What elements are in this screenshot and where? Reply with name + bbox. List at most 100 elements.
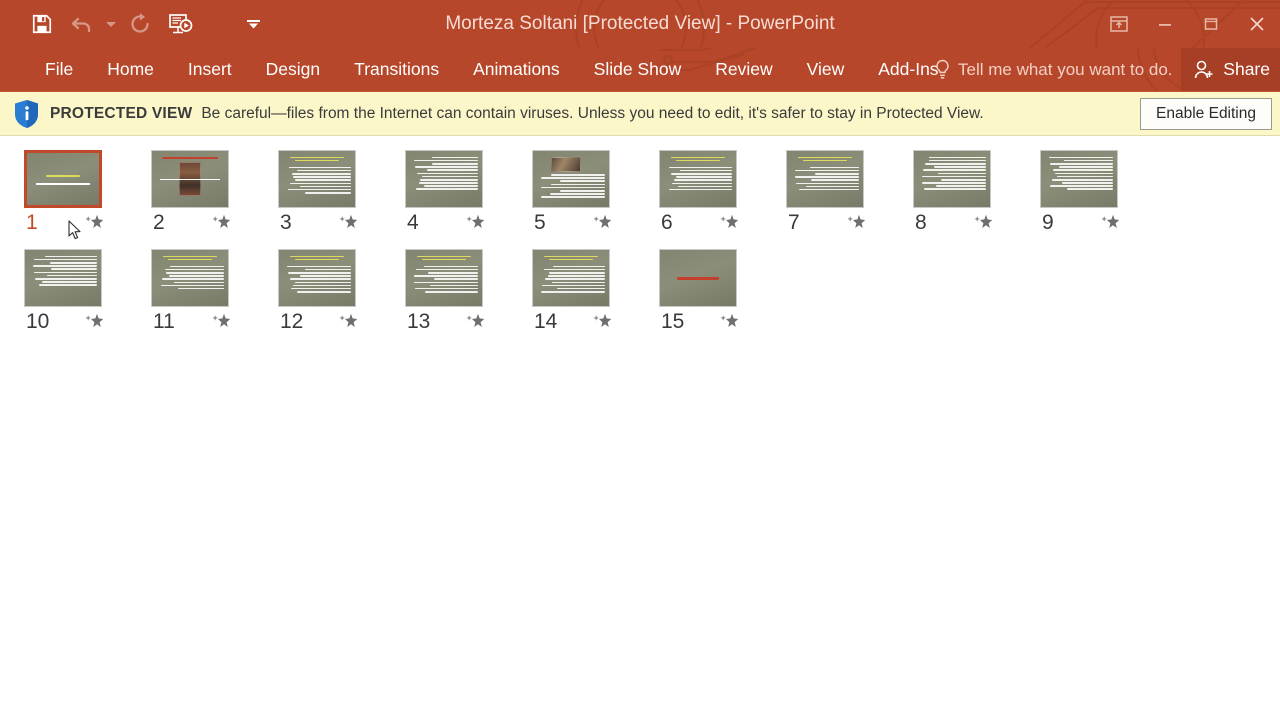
tab-design[interactable]: Design [249, 48, 337, 91]
tab-slide-show[interactable]: Slide Show [577, 48, 699, 91]
animation-star-icon[interactable] [211, 312, 231, 332]
slide-preview[interactable] [786, 150, 864, 208]
window-controls[interactable] [1096, 0, 1280, 48]
slide-body-line [924, 188, 986, 191]
slide-thumbnail-13[interactable]: 13 [405, 249, 532, 334]
slide-body-line [547, 275, 605, 277]
animation-star-icon[interactable] [84, 312, 104, 332]
slide-body-line [432, 162, 478, 165]
slide-body-line [549, 193, 605, 195]
slide-preview[interactable] [405, 249, 483, 307]
redo-button[interactable] [120, 6, 160, 42]
slide-body-line [796, 182, 859, 185]
slide-thumbnail-14[interactable]: 14 [532, 249, 659, 334]
tab-insert[interactable]: Insert [171, 48, 249, 91]
slide-title-line [294, 258, 340, 261]
slide-preview[interactable] [151, 249, 229, 307]
slide-body-line [672, 182, 732, 185]
slide-preview[interactable] [151, 150, 229, 208]
slide-number: 11 [153, 310, 175, 333]
slide-body-line [544, 268, 605, 271]
slide-preview[interactable] [23, 149, 103, 209]
slide-thumbnail-11[interactable]: 11 [151, 249, 278, 334]
slide-body-line [922, 182, 986, 184]
slide-preview[interactable] [278, 150, 356, 208]
animation-star-icon[interactable] [592, 213, 612, 233]
slide-meta: 9 [1040, 211, 1193, 235]
slide-thumbnail-7[interactable]: 7 [786, 150, 913, 235]
slide-body-line [33, 258, 97, 261]
redo-icon [131, 13, 149, 33]
chevron-down-icon [106, 21, 116, 27]
animation-star-icon[interactable] [719, 213, 739, 233]
slide-number: 6 [661, 211, 673, 234]
start-presentation-button[interactable] [160, 6, 200, 42]
tab-review[interactable]: Review [698, 48, 789, 91]
slide-preview[interactable] [532, 150, 610, 208]
tab-home[interactable]: Home [90, 48, 171, 91]
slide-thumbnail-3[interactable]: 3 [278, 150, 405, 235]
tab-view[interactable]: View [790, 48, 862, 91]
slide-body-line [1059, 166, 1113, 168]
slide-thumbnail-8[interactable]: 8 [913, 150, 1040, 235]
undo-button[interactable] [62, 6, 102, 42]
animation-star-icon[interactable] [465, 213, 485, 233]
quick-access-toolbar[interactable] [0, 6, 262, 42]
slide-number: 15 [661, 310, 685, 333]
slide-content [152, 250, 228, 306]
tab-transitions[interactable]: Transitions [337, 48, 456, 91]
ribbon-display-icon [1110, 16, 1128, 32]
animation-star-icon[interactable] [592, 312, 612, 332]
slide-thumbnail-4[interactable]: 4 [405, 150, 532, 235]
slide-body-line [423, 265, 478, 268]
animation-star-icon[interactable] [719, 312, 739, 332]
slide-thumbnail-10[interactable]: 10 [24, 249, 151, 334]
ribbon-display-options-button[interactable] [1096, 0, 1142, 48]
slide-preview[interactable] [659, 249, 737, 307]
animation-star-icon[interactable] [465, 312, 485, 332]
slide-preview[interactable] [659, 150, 737, 208]
slide-body-line [289, 182, 351, 185]
tab-file[interactable]: File [28, 48, 90, 91]
animation-star-icon[interactable] [84, 213, 104, 233]
animation-star-icon[interactable] [211, 213, 231, 233]
tell-me-search[interactable]: Tell me what you want to do. [934, 48, 1173, 91]
minimize-button[interactable] [1142, 0, 1188, 48]
slide-body-line [1057, 175, 1113, 178]
slide-preview[interactable] [532, 249, 610, 307]
close-button[interactable] [1234, 0, 1280, 48]
tab-animations[interactable]: Animations [456, 48, 577, 91]
save-button[interactable] [22, 6, 62, 42]
enable-editing-button[interactable]: Enable Editing [1140, 98, 1272, 130]
animation-star-icon[interactable] [338, 312, 358, 332]
ribbon-tabs[interactable]: File Home Insert Design Transitions Anim… [0, 48, 956, 91]
animation-star-icon[interactable] [338, 213, 358, 233]
slide-preview[interactable] [1040, 150, 1118, 208]
customize-qat-button[interactable] [244, 6, 262, 42]
share-button[interactable]: Share [1181, 48, 1280, 91]
animation-star-icon[interactable] [973, 213, 993, 233]
slide-thumbnail-6[interactable]: 6 [659, 150, 786, 235]
slide-thumbnail-15[interactable]: 15 [659, 249, 786, 334]
slide-thumbnail-12[interactable]: 12 [278, 249, 405, 334]
slide-grid[interactable]: 1 2 3 4 5 6 7 8 9 10 11 12 13 14 15 [0, 149, 1280, 348]
slide-preview[interactable] [278, 249, 356, 307]
slide-body-line [799, 188, 859, 191]
animation-star-icon[interactable] [846, 213, 866, 233]
slide-preview[interactable] [24, 249, 102, 307]
thumbnail-wrapper [659, 249, 812, 307]
slide-preview[interactable] [913, 150, 991, 208]
slide-thumbnail-1[interactable]: 1 [23, 149, 151, 235]
slide-body-line [550, 183, 605, 186]
slide-title-line [798, 156, 852, 159]
undo-dropdown[interactable] [102, 6, 120, 42]
slide-thumbnail-9[interactable]: 9 [1040, 150, 1167, 235]
slide-sorter-pane[interactable]: 1 2 3 4 5 6 7 8 9 10 11 12 13 14 15 [0, 136, 1280, 720]
slide-title-line [544, 255, 598, 258]
slide-preview[interactable] [405, 150, 483, 208]
animation-star-icon[interactable] [1100, 213, 1120, 233]
slide-thumbnail-5[interactable]: 5 [532, 150, 659, 235]
slide-thumbnail-2[interactable]: 2 [151, 150, 278, 235]
restore-button[interactable] [1188, 0, 1234, 48]
slide-body-line [431, 156, 478, 159]
